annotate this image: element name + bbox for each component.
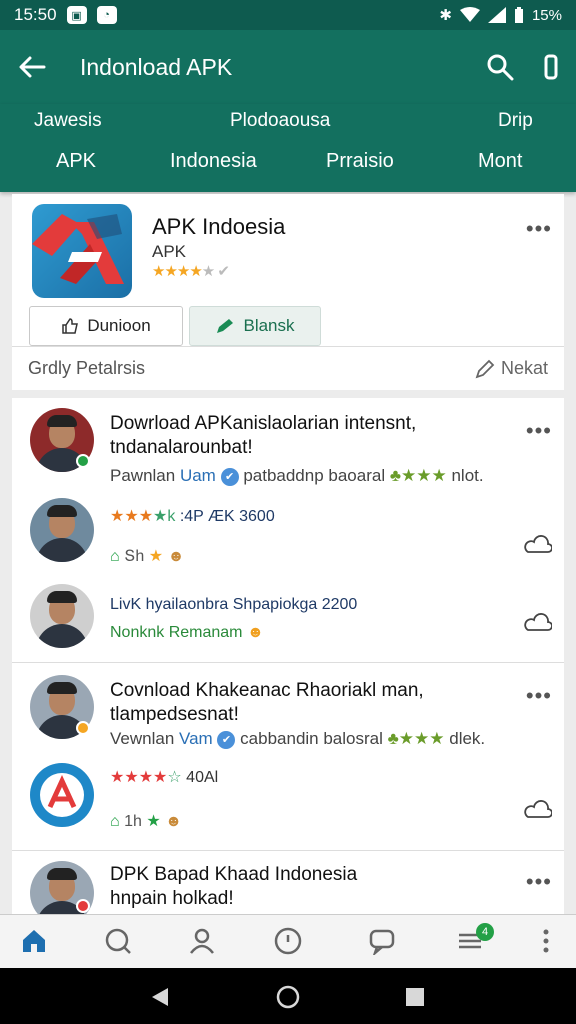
edit-icon: [217, 319, 234, 333]
category-tabs: Jawesis Plodoaousa Drip APK Indonesia Pr…: [0, 104, 576, 192]
status-badge-icon: [76, 721, 90, 735]
status-bar: 15:50 ▣ ◔ ✱ 15%: [0, 0, 576, 30]
home-icon: ⌂: [110, 813, 120, 830]
post-meta: Vewnlan Vam ✔ cabbandin balosral ♣★★★ dl…: [110, 729, 486, 749]
online-badge-icon: [76, 454, 90, 468]
avatar: [30, 584, 94, 648]
tab-drip[interactable]: Drip: [498, 110, 533, 132]
reply-rating: ★★★★k :4P ÆK 3600: [110, 508, 275, 525]
rating-stars-icon: ★★★★: [110, 769, 168, 786]
post-meta: Pawnlan Uam ✔ patbaddnp baoaral ♣★★★ nlo…: [110, 466, 484, 486]
battery-icon: [514, 7, 523, 23]
search-icon[interactable]: [104, 927, 132, 955]
cloud-icon[interactable]: [524, 799, 552, 821]
more-options-icon[interactable]: •••: [526, 216, 552, 242]
thumbs-up-icon: [62, 318, 79, 334]
page-title: Indonload APK: [80, 53, 233, 80]
notification-icon: ▣: [66, 6, 87, 24]
tab-prraisio[interactable]: Prraisio: [326, 150, 394, 173]
more-options-icon[interactable]: •••: [526, 869, 552, 895]
section-header: Grdly Petalrsis Nekat: [12, 346, 564, 390]
post-item[interactable]: DPK Bapad Khaad Indonesia hnpain holkad!…: [12, 850, 564, 925]
emoji-icon: ☻: [167, 548, 185, 565]
wifi-icon: [459, 7, 480, 22]
app-logo: [32, 204, 132, 298]
share-label: Blansk: [243, 316, 295, 335]
avatar: [30, 498, 94, 562]
more-options-icon[interactable]: •••: [526, 418, 552, 444]
tab-indonesia[interactable]: Indonesia: [170, 150, 257, 173]
app-card: APK Indoesia APK ★★★★★ ✔ ••• Dunioon Bla…: [12, 194, 564, 390]
recents-nav-icon[interactable]: [404, 986, 426, 1008]
back-nav-icon[interactable]: [148, 986, 170, 1008]
star-icon: ★: [148, 548, 164, 565]
vibrate-icon: ✱: [439, 7, 452, 24]
verified-icon: ✔: [220, 467, 239, 486]
cloud-icon[interactable]: [524, 534, 552, 556]
tab-apk[interactable]: APK: [56, 150, 96, 173]
back-arrow-icon[interactable]: [18, 55, 46, 79]
feed: Dowrload APKanislaolarian intensnt, tnda…: [12, 398, 564, 925]
next-link[interactable]: Nekat: [475, 358, 548, 379]
pencil-icon: [475, 359, 495, 378]
download-label: Dunioon: [87, 316, 151, 335]
next-label: Nekat: [500, 358, 548, 378]
reply-reactions: ⌂ 1h ★ ☻: [110, 813, 183, 830]
status-time: 15:50: [14, 5, 57, 24]
section-title: Grdly Petalrsis: [28, 358, 146, 378]
system-navigation-bar: [0, 968, 576, 1024]
tab-plodoaousa[interactable]: Plodoaousa: [230, 110, 330, 132]
rating-stars-icon: ♣★★★: [389, 466, 447, 485]
compass-icon[interactable]: [274, 927, 302, 955]
post-item[interactable]: Covnload Khakeanac Rhaoriakl man, tlampe…: [12, 662, 564, 850]
tab-mont[interactable]: Mont: [478, 150, 522, 173]
more-vert-icon[interactable]: [540, 927, 552, 955]
profile-icon[interactable]: [188, 927, 216, 955]
search-icon[interactable]: [486, 53, 514, 81]
app-rating-stars: ★★★★★ ✔: [152, 263, 230, 280]
chat-icon[interactable]: [368, 927, 396, 955]
battery-percent: 15%: [531, 6, 562, 24]
rating-stars-icon: ♣★★★: [387, 729, 445, 748]
app-avatar: [30, 763, 94, 827]
home-nav-icon[interactable]: [276, 985, 300, 1009]
notification-badge: 4: [476, 923, 494, 941]
reply-text: LivK hyailaonbra Shpapiokga 2200: [110, 596, 358, 613]
emoji-icon: ☻: [246, 624, 264, 641]
tab-jawesis[interactable]: Jawesis: [34, 110, 102, 132]
app-name: APK Indoesia: [152, 214, 286, 239]
app-bar: Indonload APK: [0, 30, 576, 104]
reply-subtext: Nonknk Remanam ☻: [110, 624, 264, 641]
download-button[interactable]: Dunioon: [29, 306, 183, 346]
cloud-icon[interactable]: [524, 612, 552, 634]
overflow-menu-icon[interactable]: [544, 53, 558, 81]
rating-stars-icon: ★★★: [110, 508, 154, 525]
home-icon[interactable]: [20, 927, 48, 955]
home-icon: ⌂: [110, 548, 120, 565]
post-title: Covnload Khakeanac Rhaoriakl man, tlampe…: [110, 680, 424, 725]
verified-icon: ✔: [217, 730, 236, 749]
more-options-icon[interactable]: •••: [526, 683, 552, 709]
reply-reactions: ⌂ Տh ★ ☻: [110, 548, 185, 565]
app-subtitle: APK: [152, 242, 187, 261]
post-title: DPK Bapad Khaad Indonesia hnpain holkad!: [110, 864, 358, 909]
emoji-icon: ☻: [165, 813, 183, 830]
bottom-navigation: 4: [0, 914, 576, 968]
reply-rating: ★★★★☆ 40Al: [110, 769, 219, 786]
signal-icon: [487, 7, 506, 23]
post-item[interactable]: Dowrload APKanislaolarian intensnt, tnda…: [12, 398, 564, 662]
post-title: Dowrload APKanislaolarian intensnt, tnda…: [110, 413, 417, 458]
notification-icon: ◔: [96, 6, 117, 24]
star-icon: ★: [146, 813, 161, 830]
status-badge-icon: [76, 899, 90, 913]
verified-icon: ✔: [217, 263, 230, 280]
share-button[interactable]: Blansk: [189, 306, 321, 346]
